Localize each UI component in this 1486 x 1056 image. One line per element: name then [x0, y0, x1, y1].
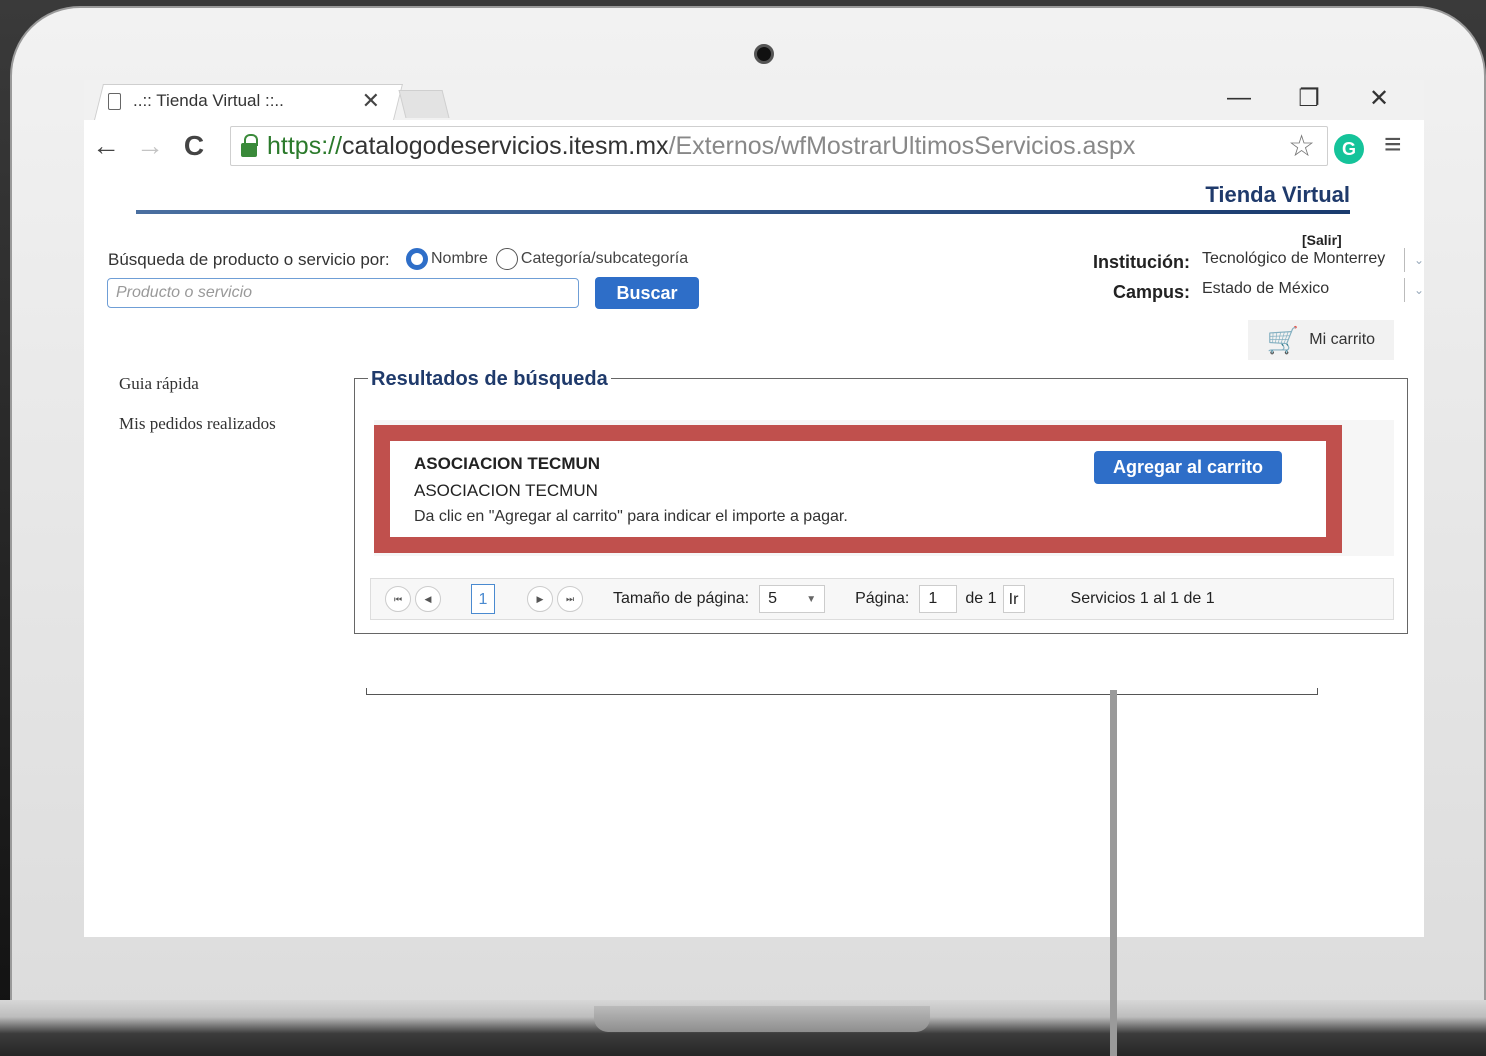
url-text[interactable]: https://catalogodeservicios.itesm.mx/Ext… [267, 132, 1135, 161]
menu-icon[interactable]: ≡ [1384, 128, 1402, 162]
results-summary: Servicios 1 al 1 de 1 [1070, 590, 1215, 607]
page-size-select[interactable]: 5 [759, 585, 826, 613]
campus-label: Campus: [1112, 282, 1190, 302]
search-mode-radio-group: Nombre Categoría/subcategoría [406, 248, 696, 270]
grammarly-icon[interactable]: G [1334, 134, 1364, 164]
close-icon[interactable]: ✕ [362, 88, 380, 114]
radio-nombre[interactable] [406, 248, 428, 270]
restore-icon[interactable]: ❐ [1274, 84, 1344, 113]
results-legend: Resultados de búsqueda [368, 368, 611, 391]
first-page-icon[interactable]: ⏮ [385, 586, 411, 612]
radio-categoria-label[interactable]: Categoría/subcategoría [521, 250, 688, 268]
pagination-bar: ⏮ ◀ 1 ▶ ⏭ Tamaño de página: 5 Página: 1 … [370, 578, 1394, 620]
url-path: /Externos/wfMostrarUltimosServicios.aspx [668, 131, 1136, 160]
close-window-icon[interactable]: ✕ [1344, 84, 1414, 113]
page-size-label: Tamaño de página: [613, 590, 750, 607]
site-title: Tienda Virtual [1205, 182, 1350, 207]
page-of-label: de 1 [965, 590, 997, 607]
cart-button-label: Mi carrito [1309, 331, 1376, 348]
radio-categoria[interactable] [495, 248, 518, 270]
url-protocol: https:// [267, 131, 343, 160]
institution-label: Institución: [1093, 252, 1190, 272]
cart-button[interactable]: 🛒 Mi carrito [1248, 320, 1394, 360]
sidebar-item-mis-pedidos[interactable]: Mis pedidos realizados [119, 414, 276, 434]
page-input[interactable]: 1 [919, 585, 958, 613]
sidebar-item-guia-rapida[interactable]: Guia rápida [119, 374, 199, 394]
lock-icon [241, 134, 258, 157]
result-description: Da clic en "Agregar al carrito" para ind… [414, 508, 848, 525]
laptop-hinge [594, 1006, 930, 1032]
back-icon[interactable]: ← [84, 130, 128, 162]
document-icon [108, 92, 121, 110]
logout-link[interactable]: [Salir] [1302, 232, 1342, 248]
new-tab-button[interactable] [398, 90, 450, 118]
search-button[interactable]: Buscar [595, 277, 699, 309]
go-button[interactable]: Ir [1002, 585, 1025, 613]
web-page: Tienda Virtual Búsqueda de producto o se… [84, 172, 1424, 937]
page-label: Página: [855, 590, 910, 607]
result-title: ASOCIACION TECMUN [414, 454, 601, 473]
url-bar[interactable]: https://catalogodeservicios.itesm.mx/Ext… [230, 126, 1328, 166]
bottom-divider [366, 688, 1318, 695]
add-to-cart-button[interactable]: Agregar al carrito [1094, 451, 1282, 484]
window-controls: — ❐ ✕ [1204, 84, 1414, 113]
reload-icon[interactable]: C [172, 130, 216, 162]
cart-icon: 🛒 [1266, 324, 1300, 355]
browser-titlebar: ..:: Tienda Virtual ::.. ✕ — ❐ ✕ [84, 80, 1424, 120]
last-page-icon[interactable]: ⏭ [557, 586, 583, 612]
url-host: catalogodeservicios.itesm.mx [342, 131, 669, 160]
tab-title: ..:: Tienda Virtual ::.. [133, 91, 284, 110]
header-divider [136, 210, 1350, 214]
next-page-icon[interactable]: ▶ [527, 586, 553, 612]
result-subtitle: ASOCIACION TECMUN [414, 481, 598, 500]
chevron-down-icon[interactable]: ⌄ [1404, 278, 1424, 302]
browser-tab-content[interactable]: ..:: Tienda Virtual ::.. ✕ [108, 88, 388, 114]
institution-select[interactable]: Tecnológico de Monterrey [1202, 250, 1385, 268]
radio-nombre-label[interactable]: Nombre [431, 250, 488, 268]
campus-select[interactable]: Estado de México [1202, 280, 1329, 298]
search-input[interactable] [107, 278, 579, 308]
annotation-pointer-line [1110, 690, 1117, 1056]
chevron-down-icon[interactable]: ⌄ [1404, 248, 1424, 272]
search-label: Búsqueda de producto o servicio por: [108, 250, 390, 269]
browser-window: ..:: Tienda Virtual ::.. ✕ — ❐ ✕ ← → C h… [84, 80, 1424, 937]
prev-page-icon[interactable]: ◀ [415, 586, 441, 612]
address-bar-row: ← → C https://catalogodeservicios.itesm.… [84, 120, 1424, 172]
page-number-current[interactable]: 1 [471, 584, 495, 614]
forward-icon[interactable]: → [128, 130, 172, 162]
camera-icon [754, 44, 774, 64]
minimize-icon[interactable]: — [1204, 84, 1274, 113]
star-icon[interactable]: ☆ [1288, 129, 1315, 164]
